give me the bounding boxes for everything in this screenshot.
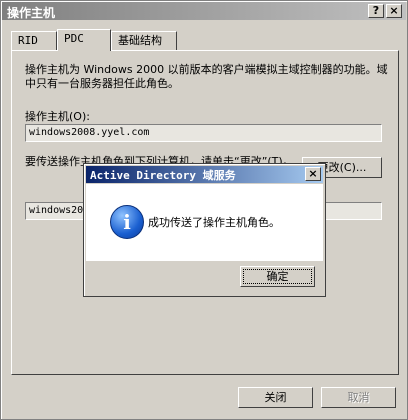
dialog-title: Active Directory 域服务 bbox=[90, 169, 236, 182]
success-message-dialog: Active Directory 域服务 × i 成功传送了操作主机角色。 确定 bbox=[83, 163, 326, 297]
help-button[interactable]: ? bbox=[368, 4, 384, 18]
operations-master-field[interactable]: windows2008.yyel.com bbox=[25, 124, 382, 142]
title-bar: 操作主机 ? × bbox=[2, 2, 406, 20]
tab-pdc[interactable]: PDC bbox=[57, 29, 111, 51]
close-button[interactable]: × bbox=[386, 4, 402, 18]
dialog-button-bar: 确定 bbox=[86, 261, 323, 294]
cancel-button[interactable]: 取消 bbox=[321, 387, 396, 408]
operations-master-label: 操作主机(O): bbox=[25, 110, 90, 123]
dialog-title-bar: Active Directory 域服务 × bbox=[86, 166, 323, 183]
window-title: 操作主机 bbox=[7, 6, 56, 20]
close-dialog-button[interactable]: 关闭 bbox=[238, 387, 313, 408]
info-icon: i bbox=[110, 205, 144, 239]
ok-button[interactable]: 确定 bbox=[240, 266, 315, 287]
dialog-message: 成功传送了操作主机角色。 bbox=[148, 216, 280, 229]
tab-infrastructure[interactable]: 基础结构 bbox=[111, 31, 177, 50]
description-text: 操作主机为 Windows 2000 以前版本的客户端模拟主域控制器的功能。域中… bbox=[25, 63, 388, 90]
dialog-close-button[interactable]: × bbox=[305, 167, 321, 181]
tab-rid[interactable]: RID bbox=[11, 31, 57, 50]
